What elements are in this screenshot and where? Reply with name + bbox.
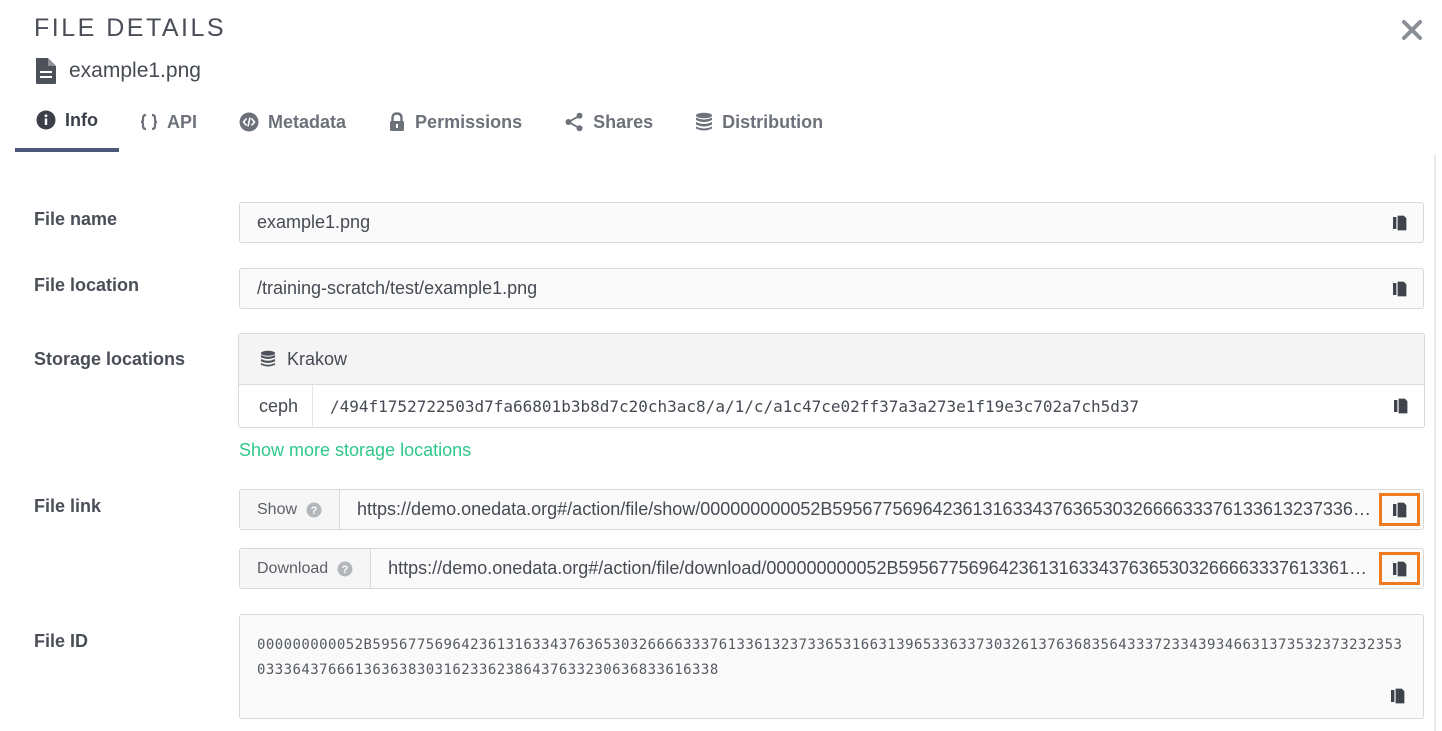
storage-name: ceph <box>239 385 313 427</box>
file-location-label: File location <box>34 275 140 295</box>
tab-bar: Info API Metadata Permissions Shares Dis… <box>15 100 844 152</box>
file-icon <box>36 58 56 84</box>
file-header-name: example1.png <box>69 59 201 82</box>
copy-storage-path-button[interactable] <box>1388 393 1414 419</box>
storage-location-row: ceph /494f1752722503d7fa66801b3b8d7c20ch… <box>239 385 1424 427</box>
tab-distribution[interactable]: Distribution <box>674 100 844 144</box>
storage-locations-table: Krakow ceph /494f1752722503d7fa66801b3b8… <box>238 333 1425 428</box>
copy-icon <box>1394 397 1409 415</box>
copy-file-name-button[interactable] <box>1387 210 1413 236</box>
share-icon <box>565 112 583 132</box>
scrollbar-track[interactable] <box>1434 155 1436 731</box>
tab-api[interactable]: API <box>119 100 218 144</box>
copy-download-link-button[interactable] <box>1379 552 1420 585</box>
database-icon <box>696 112 713 131</box>
database-icon <box>260 350 276 367</box>
file-header: example1.png <box>34 57 201 85</box>
storage-path[interactable]: /494f1752722503d7fa66801b3b8d7c20ch3ac8/… <box>313 397 1388 416</box>
show-link-addon: Show ? <box>240 490 341 529</box>
tab-metadata[interactable]: Metadata <box>218 100 367 144</box>
tab-distribution-label: Distribution <box>722 111 824 132</box>
file-name-value[interactable]: example1.png <box>240 212 1387 233</box>
svg-text:?: ? <box>311 505 318 517</box>
file-id-label: File ID <box>34 631 89 651</box>
copy-file-location-button[interactable] <box>1387 276 1413 302</box>
show-link-value[interactable]: https://demo.onedata.org#/action/file/sh… <box>340 499 1379 520</box>
copy-icon <box>1391 687 1406 705</box>
show-link-addon-label: Show <box>257 500 298 518</box>
file-link-label: File link <box>34 496 102 516</box>
help-icon[interactable]: ? <box>337 561 353 577</box>
show-link-field[interactable]: Show ? https://demo.onedata.org#/action/… <box>239 489 1424 530</box>
file-id-value[interactable]: 000000000052B595677569642361316334376365… <box>240 615 1423 683</box>
file-name-label: File name <box>34 209 118 229</box>
metadata-icon <box>239 112 259 132</box>
copy-icon <box>1393 279 1408 298</box>
lock-icon <box>390 112 405 131</box>
file-id-field[interactable]: 000000000052B595677569642361316334376365… <box>239 614 1424 719</box>
copy-file-id-button[interactable] <box>1385 683 1411 709</box>
tab-permissions[interactable]: Permissions <box>367 100 543 144</box>
copy-icon <box>1393 213 1408 232</box>
storage-provider-name: Krakow <box>287 348 348 369</box>
download-link-addon-label: Download <box>257 559 329 577</box>
file-location-field[interactable]: /training-scratch/test/example1.png <box>239 268 1424 309</box>
download-link-field[interactable]: Download ? https://demo.onedata.org#/act… <box>239 548 1424 589</box>
storage-provider-header: Krakow <box>239 334 1424 385</box>
copy-icon <box>1392 559 1408 578</box>
help-icon[interactable]: ? <box>306 502 322 518</box>
file-location-value[interactable]: /training-scratch/test/example1.png <box>240 278 1387 299</box>
info-icon <box>36 110 56 130</box>
storage-locations-label: Storage locations <box>34 349 186 369</box>
panel-title: FILE DETAILS <box>34 14 227 42</box>
tab-metadata-label: Metadata <box>268 111 347 132</box>
tab-info[interactable]: Info <box>15 100 119 152</box>
tab-shares-label: Shares <box>593 111 654 132</box>
code-braces-icon <box>140 113 158 131</box>
download-link-value[interactable]: https://demo.onedata.org#/action/file/do… <box>371 558 1379 579</box>
copy-icon <box>1392 500 1408 519</box>
tab-permissions-label: Permissions <box>415 111 523 132</box>
close-icon[interactable] <box>1399 17 1425 43</box>
download-link-addon: Download ? <box>240 549 372 588</box>
copy-show-link-button[interactable] <box>1379 493 1420 526</box>
svg-text:?: ? <box>342 564 349 576</box>
tab-api-label: API <box>167 111 198 132</box>
tab-info-label: Info <box>65 109 98 130</box>
show-more-storage-link[interactable]: Show more storage locations <box>239 440 471 461</box>
file-name-field[interactable]: example1.png <box>239 202 1424 243</box>
tab-shares[interactable]: Shares <box>543 100 674 144</box>
